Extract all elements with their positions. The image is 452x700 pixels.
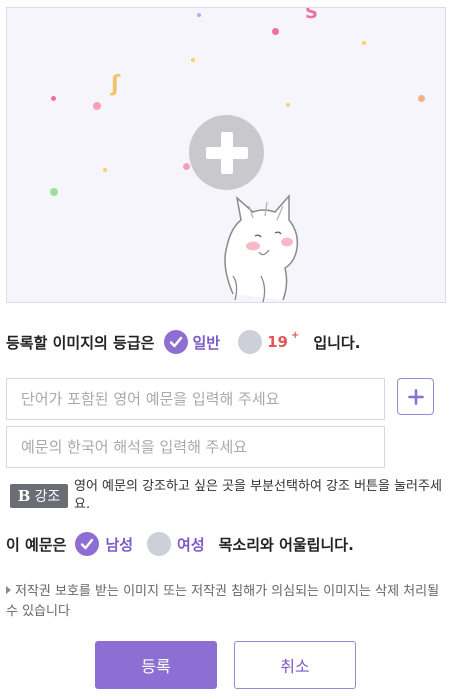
emphasis-help-text: 영어 예문의 강조하고 싶은 곳을 부분선택하여 강조 버튼을 눌러주세요. bbox=[74, 479, 442, 512]
plus-icon bbox=[407, 388, 424, 405]
korean-translation-input[interactable] bbox=[6, 426, 385, 468]
grade-adult-radio[interactable] bbox=[238, 330, 263, 354]
plus-icon bbox=[205, 131, 248, 174]
copyright-notice: 저작권 보호를 받는 이미지 또는 저작권 침해가 의심되는 이미지는 삭제 처… bbox=[6, 582, 442, 622]
grade-label: 등록할 이미지의 등급은 bbox=[6, 333, 155, 352]
confetti bbox=[183, 163, 190, 170]
confetti bbox=[93, 102, 101, 110]
cat-illustration bbox=[224, 194, 299, 302]
confetti bbox=[51, 96, 56, 101]
grade-general-label[interactable]: 일반 bbox=[192, 332, 220, 353]
confetti bbox=[103, 168, 107, 172]
grade-suffix: 입니다. bbox=[313, 333, 361, 352]
voice-label: 이 예문은 bbox=[6, 535, 67, 554]
image-upload-area[interactable]: S ʃ bbox=[6, 7, 446, 303]
voice-female-label[interactable]: 여성 bbox=[177, 534, 205, 555]
add-example-button[interactable] bbox=[397, 378, 434, 415]
voice-female-radio[interactable] bbox=[147, 532, 172, 556]
voice-male-radio[interactable] bbox=[75, 532, 100, 556]
voice-row: 이 예문은 남성 여성 목소리와 어울립니다. bbox=[6, 530, 354, 558]
bold-icon: B bbox=[17, 487, 31, 505]
confetti-squiggle: S bbox=[305, 7, 318, 23]
grade-general-radio[interactable] bbox=[164, 330, 189, 354]
submit-button[interactable]: 등록 bbox=[95, 641, 217, 689]
voice-male-label[interactable]: 남성 bbox=[105, 534, 133, 555]
english-example-input[interactable] bbox=[6, 378, 385, 420]
confetti bbox=[272, 28, 279, 35]
confetti bbox=[362, 41, 366, 45]
confetti-squiggle: ʃ bbox=[111, 72, 121, 97]
confetti bbox=[197, 13, 201, 17]
voice-suffix: 목소리와 어울립니다. bbox=[218, 535, 354, 554]
confetti bbox=[418, 95, 425, 102]
grade-adult-label[interactable]: 19 bbox=[267, 333, 288, 351]
check-icon bbox=[170, 336, 183, 348]
grade-row: 등록할 이미지의 등급은 일반 19 + 입니다. bbox=[6, 328, 360, 356]
copyright-notice-text: 저작권 보호를 받는 이미지 또는 저작권 침해가 의심되는 이미지는 삭제 처… bbox=[6, 584, 440, 619]
emphasis-button-label: 강조 bbox=[34, 489, 61, 505]
confetti bbox=[286, 103, 290, 107]
grade-adult-plus: + bbox=[290, 329, 300, 341]
emphasis-toolbar: B 강조 영어 예문의 강조하고 싶은 곳을 부분선택하여 강조 버튼을 눌러주… bbox=[10, 478, 446, 514]
triangle-right-icon bbox=[6, 586, 11, 594]
add-image-button[interactable] bbox=[189, 115, 264, 190]
check-icon bbox=[81, 538, 94, 550]
cancel-button[interactable]: 취소 bbox=[234, 641, 356, 689]
confetti bbox=[191, 58, 195, 62]
confetti bbox=[50, 188, 58, 196]
emphasis-button[interactable]: B 강조 bbox=[10, 484, 68, 508]
